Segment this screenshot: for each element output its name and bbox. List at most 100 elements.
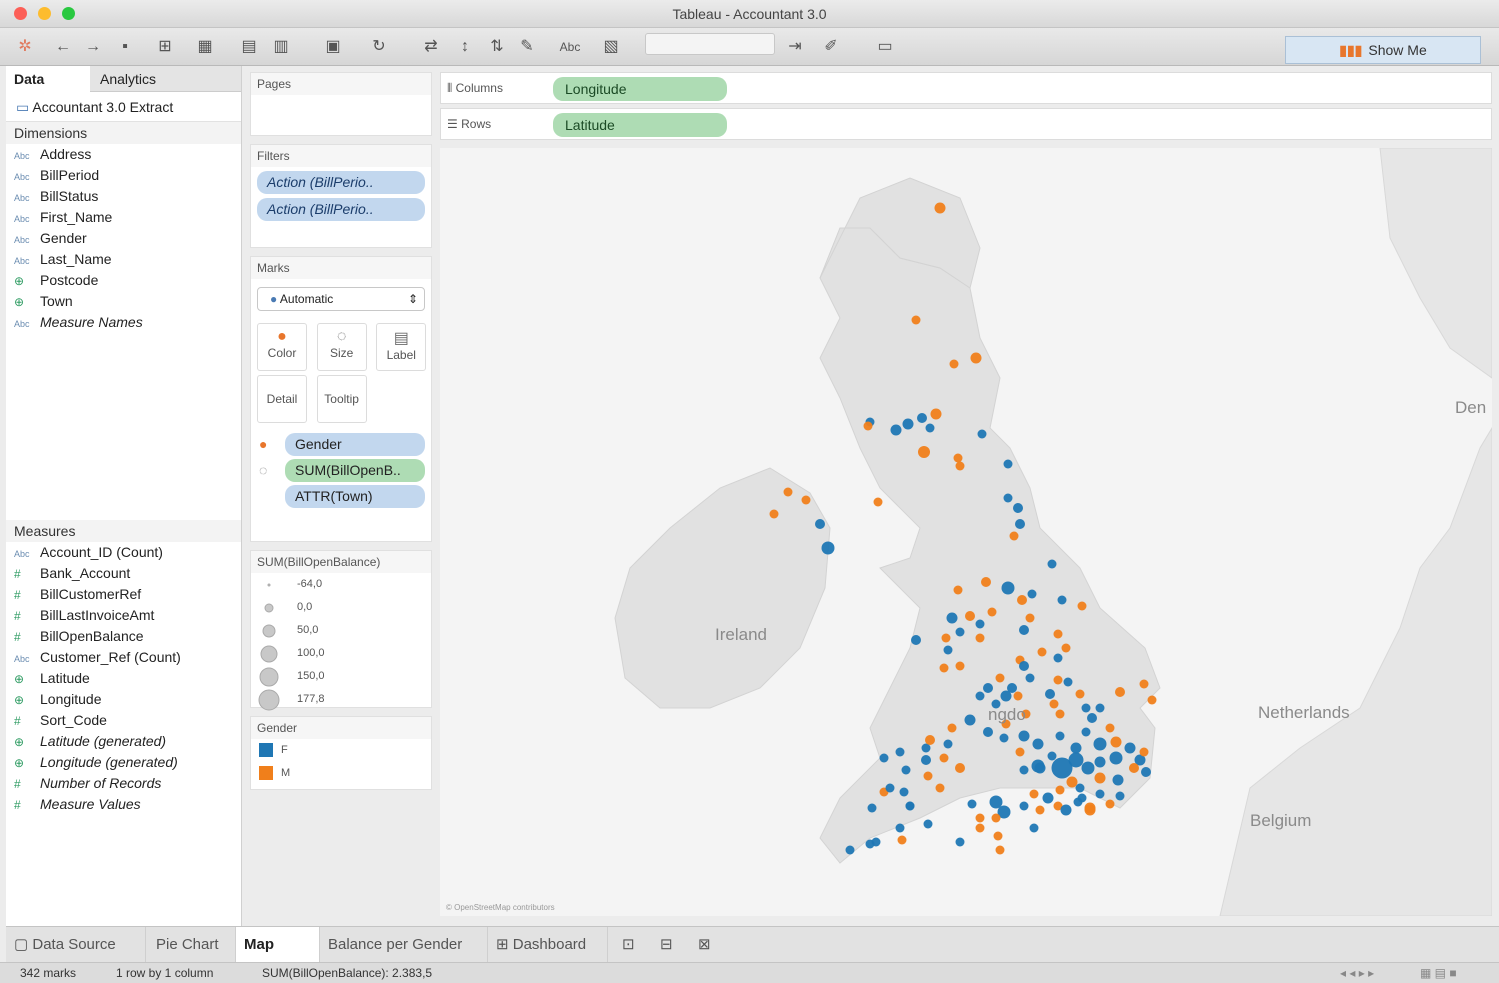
tab-analytics[interactable]: Analytics xyxy=(92,66,164,92)
refresh-icon[interactable]: ↻ xyxy=(368,37,390,57)
size-button[interactable]: ◌ Size xyxy=(316,323,367,371)
map-mark[interactable] xyxy=(1112,774,1124,786)
mark-type-select[interactable]: ● Automatic ⇕ xyxy=(257,287,425,311)
map-mark[interactable] xyxy=(1109,751,1123,765)
undo-icon[interactable]: ← xyxy=(52,37,74,57)
new-dashboard-tab-icon[interactable]: ⊟ xyxy=(652,927,686,963)
map-mark[interactable] xyxy=(923,771,933,781)
map-mark[interactable] xyxy=(1081,727,1091,737)
map-mark[interactable] xyxy=(1095,703,1105,713)
pause-updates-icon[interactable]: ▣ xyxy=(322,37,344,57)
map-mark[interactable] xyxy=(899,787,909,797)
map-mark[interactable] xyxy=(967,799,977,809)
map-mark[interactable] xyxy=(1019,661,1029,671)
map-mark[interactable] xyxy=(1025,673,1035,683)
longitude-pill[interactable]: Longitude xyxy=(553,77,727,101)
tooltip-button[interactable]: Tooltip xyxy=(316,375,367,423)
swap-icon[interactable]: ⇄ xyxy=(420,37,442,57)
map-mark[interactable] xyxy=(1110,736,1122,748)
map-mark[interactable] xyxy=(955,763,965,773)
map-mark[interactable] xyxy=(955,461,965,471)
fit-width-field[interactable] xyxy=(645,33,775,55)
map-view[interactable]: Ireland ngdo Netherlands Belgium Den © O… xyxy=(440,148,1492,916)
map-mark[interactable] xyxy=(949,359,959,369)
map-mark[interactable] xyxy=(1025,613,1035,623)
map-mark[interactable] xyxy=(901,765,911,775)
map-mark[interactable] xyxy=(1055,785,1065,795)
map-mark[interactable] xyxy=(1061,643,1071,653)
map-mark[interactable] xyxy=(1018,730,1030,742)
map-mark[interactable] xyxy=(1000,690,1012,702)
detail-button[interactable]: Detail xyxy=(257,375,307,423)
clear-sheet-icon[interactable]: ▥ xyxy=(270,37,292,57)
map-mark[interactable] xyxy=(953,453,963,463)
map-mark[interactable] xyxy=(1053,629,1063,639)
tableau-logo-icon[interactable]: ✲ xyxy=(14,37,36,57)
sheet-nav-icon[interactable]: ◂ ◂ ▸ ▸ xyxy=(1340,966,1374,980)
pin-icon[interactable]: ⇥ xyxy=(784,37,806,57)
field-item[interactable]: Abc Measure Names xyxy=(6,312,241,333)
map-mark[interactable] xyxy=(1019,765,1029,775)
map-mark[interactable] xyxy=(921,755,931,765)
fit-icon[interactable]: ▧ xyxy=(600,37,622,57)
map-mark[interactable] xyxy=(1032,738,1044,750)
field-item[interactable]: ⊕ Town xyxy=(6,291,241,312)
map-mark[interactable] xyxy=(1003,459,1013,469)
map-mark[interactable] xyxy=(1060,804,1072,816)
map-mark[interactable] xyxy=(939,753,949,763)
map-mark[interactable] xyxy=(981,577,991,587)
map-mark[interactable] xyxy=(991,813,1001,823)
tab-pie-chart[interactable]: Pie Chart xyxy=(148,927,236,963)
field-item[interactable]: Abc Customer_Ref (Count) xyxy=(6,647,241,668)
map-mark[interactable] xyxy=(955,661,965,671)
filter-pill[interactable]: Action (BillPerio.. xyxy=(257,171,425,194)
map-mark[interactable] xyxy=(955,627,965,637)
map-mark[interactable] xyxy=(987,607,997,617)
map-mark[interactable] xyxy=(1139,679,1149,689)
map-mark[interactable] xyxy=(873,497,883,507)
gender-color-pill[interactable]: ● Gender xyxy=(259,433,425,456)
map-mark[interactable] xyxy=(947,723,957,733)
map-mark[interactable] xyxy=(943,739,953,749)
field-item[interactable]: Abc First_Name xyxy=(6,207,241,228)
map-mark[interactable] xyxy=(1042,792,1054,804)
map-mark[interactable] xyxy=(1013,503,1023,513)
balance-size-pill[interactable]: ◌ SUM(BillOpenB.. xyxy=(259,459,425,482)
map-mark[interactable] xyxy=(955,837,965,847)
map-mark[interactable] xyxy=(1034,762,1046,774)
map-mark[interactable] xyxy=(895,823,905,833)
map-mark[interactable] xyxy=(1081,761,1095,775)
map-mark[interactable] xyxy=(1066,776,1078,788)
map-mark[interactable] xyxy=(1049,699,1059,709)
map-mark[interactable] xyxy=(995,673,1005,683)
map-mark[interactable] xyxy=(1053,653,1063,663)
town-detail-pill[interactable]: ATTR(Town) xyxy=(285,485,425,508)
map-mark[interactable] xyxy=(1017,595,1027,605)
map-mark[interactable] xyxy=(941,633,951,643)
new-story-tab-icon[interactable]: ⊠ xyxy=(690,927,724,963)
annotate-icon[interactable]: ✐ xyxy=(820,37,842,57)
map-mark[interactable] xyxy=(1115,687,1125,697)
map-mark[interactable] xyxy=(975,619,985,629)
map-mark[interactable] xyxy=(1009,531,1019,541)
map-mark[interactable] xyxy=(1015,519,1025,529)
new-datasource-icon[interactable]: ⊞ xyxy=(154,37,176,57)
map-mark[interactable] xyxy=(1055,731,1065,741)
map-mark[interactable] xyxy=(1075,689,1085,699)
highlight-icon[interactable]: ✎ xyxy=(516,37,538,57)
map-mark[interactable] xyxy=(930,408,942,420)
field-item[interactable]: # Bank_Account xyxy=(6,563,241,584)
map-mark[interactable] xyxy=(783,487,793,497)
map-mark[interactable] xyxy=(1055,709,1065,719)
map-mark[interactable] xyxy=(923,819,933,829)
map-mark[interactable] xyxy=(995,845,1005,855)
map-mark[interactable] xyxy=(863,421,873,431)
map-mark[interactable] xyxy=(1129,763,1139,773)
map-mark[interactable] xyxy=(993,831,1003,841)
map-mark[interactable] xyxy=(879,753,889,763)
map-mark[interactable] xyxy=(1001,581,1015,595)
field-item[interactable]: Abc Gender xyxy=(6,228,241,249)
map-mark[interactable] xyxy=(865,839,875,849)
map-mark[interactable] xyxy=(902,418,914,430)
map-mark[interactable] xyxy=(935,783,945,793)
